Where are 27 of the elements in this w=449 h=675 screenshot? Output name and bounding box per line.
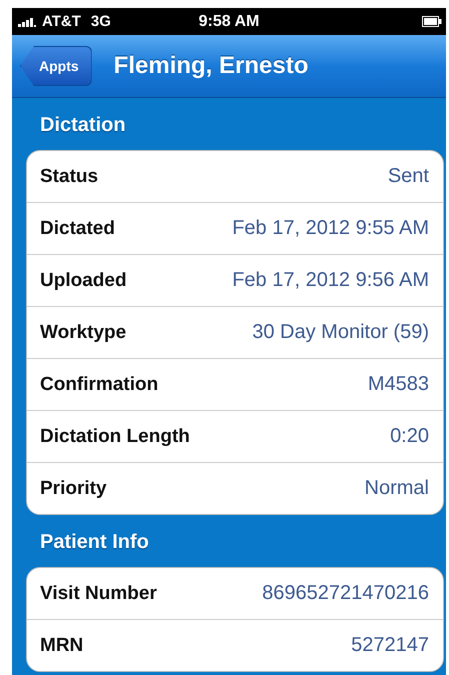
network-type: 3G bbox=[90, 13, 111, 30]
back-button[interactable]: Appts bbox=[20, 46, 92, 86]
section-header: Patient Info bbox=[39, 530, 150, 555]
row-value: 5272147 bbox=[351, 634, 429, 657]
row-value: Feb 17, 2012 9:56 AM bbox=[232, 269, 429, 292]
screen-title: Fleming, Ernesto bbox=[114, 52, 308, 80]
row-label: Uploaded bbox=[40, 270, 127, 292]
battery-icon bbox=[422, 16, 442, 27]
row-label: Priority bbox=[40, 478, 107, 500]
row-value: Normal bbox=[364, 477, 429, 500]
row-value: 869652721470216 bbox=[262, 582, 429, 605]
row-label: Status bbox=[40, 166, 98, 188]
row-label: Dictated bbox=[40, 218, 115, 240]
row-label: Worktype bbox=[40, 322, 126, 344]
row-label: MRN bbox=[40, 634, 84, 656]
row-value: M4583 bbox=[368, 373, 429, 396]
row-label: Confirmation bbox=[40, 374, 158, 396]
section-header: Dictation bbox=[39, 113, 127, 138]
carrier-name: AT&T bbox=[42, 13, 81, 30]
row-value: Sent bbox=[388, 165, 429, 188]
row-value: 0:20 bbox=[390, 425, 429, 448]
row-label: Dictation Length bbox=[40, 426, 190, 448]
row-label: Visit Number bbox=[40, 582, 157, 604]
signal-icon bbox=[18, 16, 38, 26]
status-time: 9:58 AM bbox=[198, 12, 260, 30]
row-value: 30 Day Monitor (59) bbox=[252, 321, 429, 344]
row-value: Feb 17, 2012 9:55 AM bbox=[232, 217, 429, 240]
